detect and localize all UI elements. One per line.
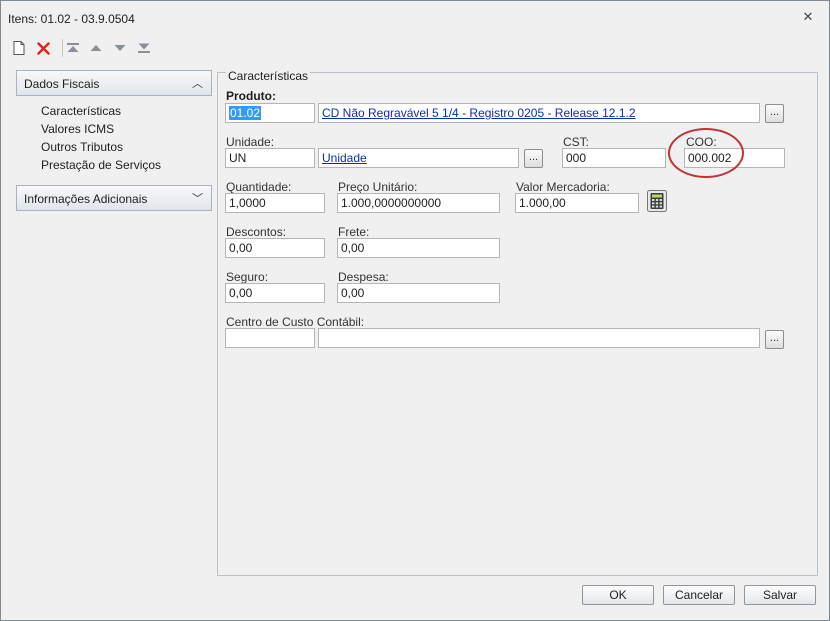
highlight-annotation-circle [668,128,744,178]
ok-button-label: OK [609,588,627,602]
previous-record-icon[interactable] [86,37,106,59]
sidebar-item-caracteristicas[interactable]: Características [41,104,121,118]
first-record-icon[interactable] [63,37,83,59]
unidade-label: Unidade: [226,135,275,149]
new-document-icon[interactable] [9,37,29,59]
dialog-window: Itens: 01.02 - 03.9.0504 ✕ Dados Fiscais… [0,0,830,621]
section-title: Características [226,69,311,83]
sidebar-item-outros-tributos[interactable]: Outros Tributos [41,140,123,154]
group-header-informacoes-adicionais[interactable]: Informações Adicionais ﹀ [16,185,212,211]
valor-mercadoria-input[interactable]: 1.000,00 [515,193,639,213]
next-record-icon[interactable] [110,37,130,59]
descontos-label: Descontos: [226,225,287,239]
unidade-lookup-button[interactable]: ... [524,149,543,168]
quantidade-input[interactable]: 1,0000 [225,193,325,213]
produto-lookup-button[interactable]: ... [765,104,784,123]
produto-code-value: 01.02 [229,106,262,120]
cst-input[interactable]: 000 [562,148,666,168]
descontos-input[interactable]: 0,00 [225,238,325,258]
chevron-up-icon: ︿ [192,78,203,90]
window-title: Itens: 01.02 - 03.9.0504 [8,12,135,26]
group-header-dados-fiscais[interactable]: Dados Fiscais ︿ [16,70,212,96]
toolbar [7,37,207,59]
title-bar: Itens: 01.02 - 03.9.0504 ✕ [1,1,829,35]
save-button[interactable]: Salvar [744,585,816,605]
cst-label: CST: [563,135,590,149]
chevron-down-icon: ﹀ [192,193,203,205]
quantidade-label: Quantidade: [226,180,292,194]
ok-button[interactable]: OK [582,585,654,605]
produto-code-input[interactable]: 01.02 [225,103,315,123]
sidebar-item-valores-icms[interactable]: Valores ICMS [41,122,114,136]
delete-icon[interactable] [33,37,53,59]
close-icon[interactable]: ✕ [801,10,815,24]
despesa-input[interactable]: 0,00 [337,283,500,303]
produto-description-link[interactable]: CD Não Regravável 5 1/4 - Registro 0205 … [318,103,760,123]
cancel-button[interactable]: Cancelar [663,585,735,605]
save-button-label: Salvar [762,588,797,602]
frete-label: Frete: [338,225,370,239]
seguro-input[interactable]: 0,00 [225,283,325,303]
despesa-label: Despesa: [338,270,389,284]
unidade-description-link[interactable]: Unidade [318,148,519,168]
group-label: Informações Adicionais [24,192,148,206]
unidade-code-input[interactable]: UN [225,148,315,168]
left-navigation: Dados Fiscais ︿ Características Valores … [16,70,212,211]
centro-custo-description-input[interactable] [318,328,760,348]
produto-label: Produto: [226,89,276,103]
valor-mercadoria-label: Valor Mercadoria: [516,180,610,194]
calculator-icon[interactable] [647,190,667,212]
preco-unitario-input[interactable]: 1.000,0000000000 [337,193,500,213]
group-label: Dados Fiscais [24,77,100,91]
preco-unitario-label: Preço Unitário: [338,180,418,194]
last-record-icon[interactable] [134,37,154,59]
centro-custo-code-input[interactable] [225,328,315,348]
cancel-button-label: Cancelar [674,588,724,602]
frete-input[interactable]: 0,00 [337,238,500,258]
centro-custo-label: Centro de Custo Contábil: [226,315,365,329]
sidebar-item-prestacao-servicos[interactable]: Prestação de Serviços [41,158,161,172]
seguro-label: Seguro: [226,270,269,284]
centro-custo-lookup-button[interactable]: ... [765,330,784,349]
